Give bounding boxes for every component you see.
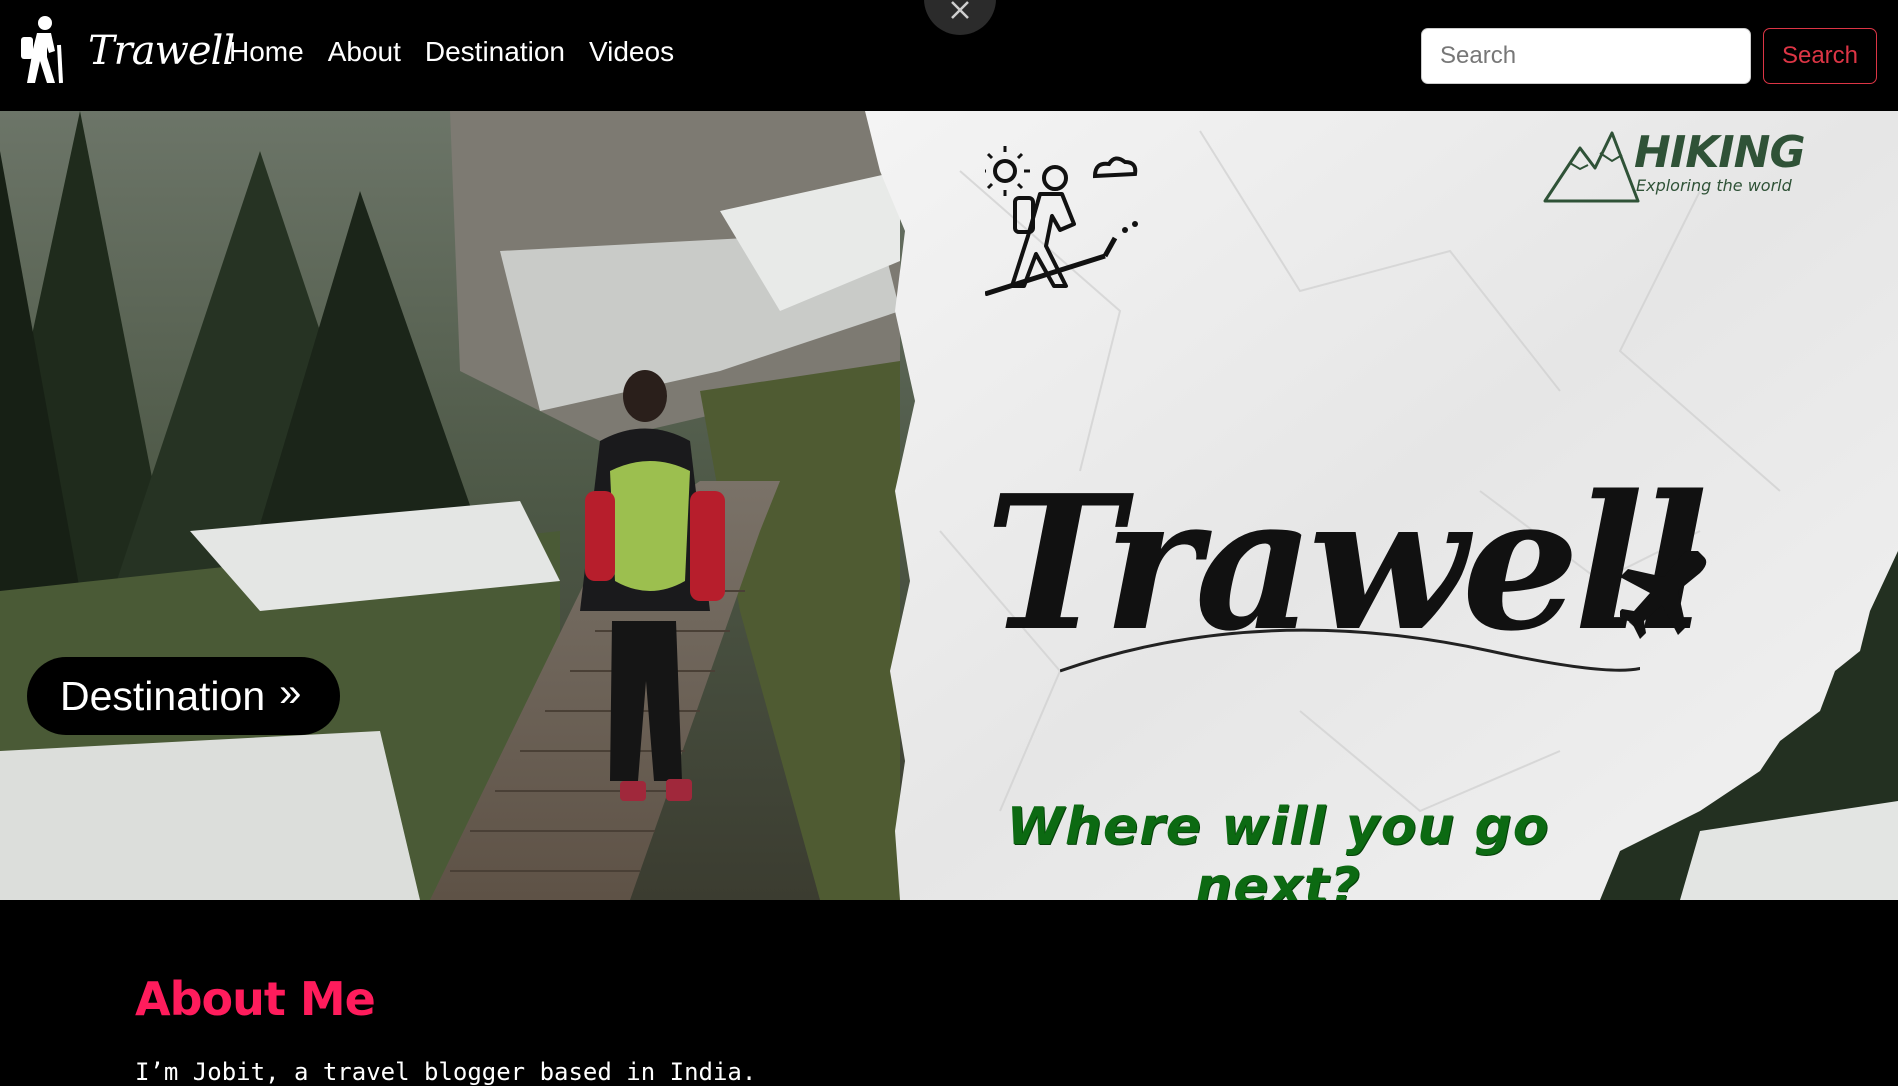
hiking-logo-subtitle: Exploring the world [1636, 176, 1792, 195]
nav-about[interactable]: About [328, 36, 401, 68]
search-input[interactable] [1421, 28, 1751, 84]
navbar: Trawell Home About Destination Videos Se… [0, 0, 1898, 111]
nav-home[interactable]: Home [229, 36, 304, 68]
close-button[interactable] [924, 0, 996, 35]
airplane-icon [1620, 551, 1707, 639]
swoosh-underline [1060, 619, 1640, 673]
close-icon [951, 1, 969, 19]
double-chevron-right-icon: » [279, 670, 302, 715]
main-nav: Home About Destination Videos [229, 36, 674, 68]
destination-button-label: Destination [60, 672, 266, 719]
nav-destination[interactable]: Destination [425, 36, 565, 68]
about-text: I’m Jobit, a travel blogger based in Ind… [135, 1058, 757, 1086]
brand-name[interactable]: Trawell [88, 28, 235, 74]
hiking-logo-word: HIKING [1634, 127, 1806, 178]
hero-banner: HIKING Exploring the world Trawell Where… [0, 111, 1898, 900]
hero-tagline: Where will you go next? [1006, 797, 1550, 900]
destination-button[interactable]: Destination » [27, 657, 340, 735]
about-heading: About Me [135, 972, 376, 1026]
hiker-icon[interactable] [15, 15, 67, 85]
climber-icon [985, 146, 1138, 296]
nav-videos[interactable]: Videos [589, 36, 674, 68]
search-button[interactable]: Search [1763, 28, 1877, 84]
